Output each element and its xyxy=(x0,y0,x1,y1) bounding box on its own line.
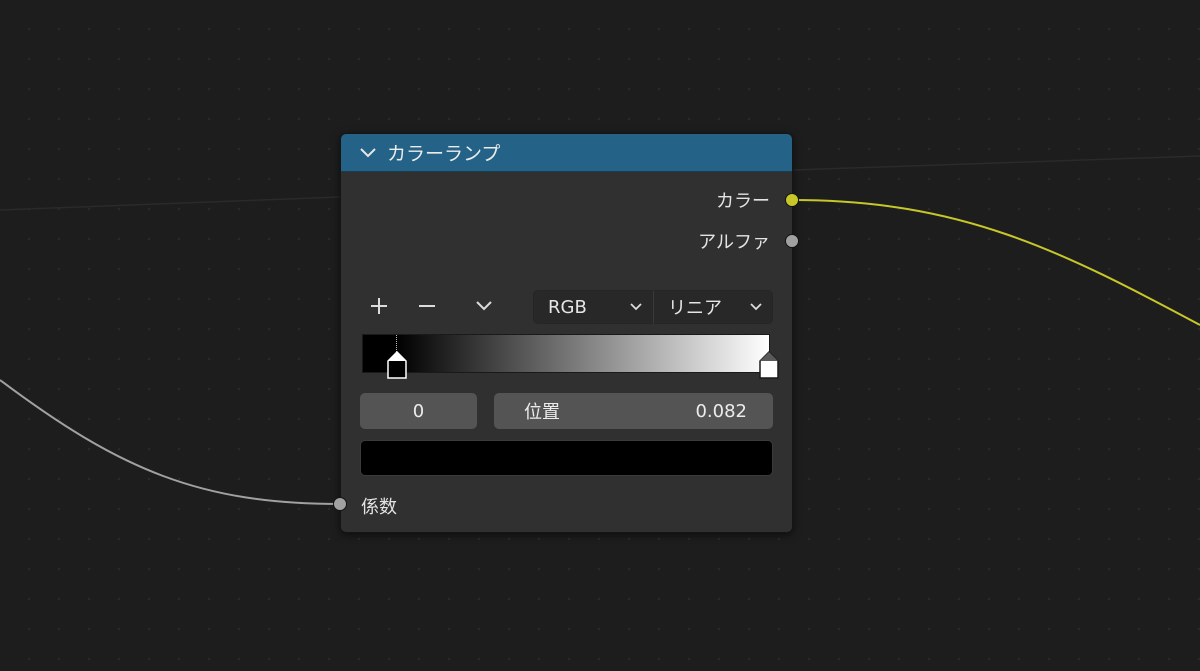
active-stop-index-field[interactable]: 0 xyxy=(360,393,477,429)
background-link xyxy=(0,196,341,211)
interpolation-value: リニア xyxy=(668,298,722,319)
stop-position-label: 位置 xyxy=(524,402,560,423)
color-stop-handle-1[interactable] xyxy=(758,351,780,379)
stop-position-value: 0.082 xyxy=(695,400,747,422)
ramp-menu-button[interactable] xyxy=(466,290,502,322)
color-mode-dropdown[interactable]: RGB xyxy=(533,290,653,324)
chevron-down-icon xyxy=(476,301,492,311)
input-factor-socket[interactable] xyxy=(333,497,347,511)
output-alpha-label: アルファ xyxy=(698,232,770,253)
active-stop-index-value: 0 xyxy=(412,400,425,422)
input-factor-label: 係数 xyxy=(361,497,397,518)
output-color-socket[interactable] xyxy=(785,193,799,207)
chevron-down-icon[interactable] xyxy=(359,144,377,162)
remove-stop-button[interactable] xyxy=(409,290,445,322)
chevron-down-icon xyxy=(750,303,762,311)
output-color-row: カラー xyxy=(716,188,792,212)
add-stop-button[interactable] xyxy=(361,290,397,322)
output-alpha-socket[interactable] xyxy=(785,234,799,248)
interpolation-dropdown[interactable]: リニア xyxy=(653,290,773,324)
color-stop-handle-0[interactable] xyxy=(386,351,408,379)
stop-color-swatch[interactable] xyxy=(360,440,773,476)
node-header[interactable]: カラーランプ xyxy=(341,134,792,172)
minus-icon xyxy=(419,305,435,307)
plus-icon xyxy=(371,298,387,314)
background-link xyxy=(792,155,1200,171)
color-output-link[interactable] xyxy=(792,199,1200,326)
stop-position-field[interactable]: 位置 0.082 xyxy=(494,393,773,429)
node-title: カラーランプ xyxy=(387,143,501,165)
output-alpha-row: アルファ xyxy=(698,229,792,253)
color-ramp-gradient[interactable] xyxy=(362,334,770,373)
chevron-down-icon xyxy=(630,303,642,311)
factor-input-link[interactable] xyxy=(0,379,341,505)
color-mode-value: RGB xyxy=(548,296,587,318)
output-color-label: カラー xyxy=(716,191,770,212)
